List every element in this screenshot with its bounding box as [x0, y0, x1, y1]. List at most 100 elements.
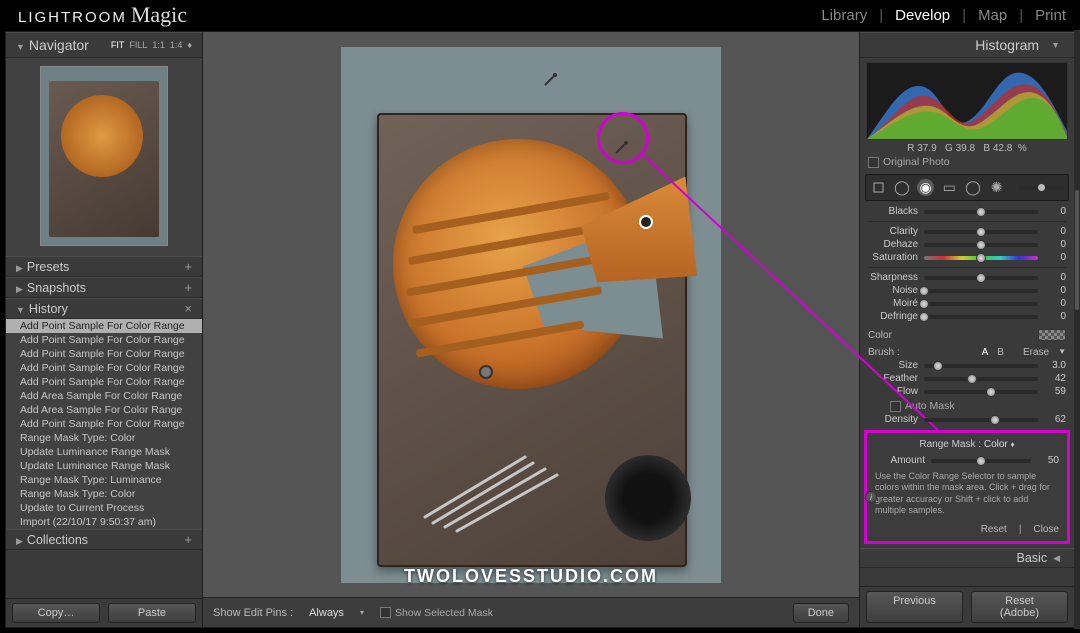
module-develop[interactable]: Develop: [895, 7, 950, 24]
collections-add-icon[interactable]: +: [184, 532, 192, 547]
history-item[interactable]: Add Point Sample For Color Range: [6, 361, 202, 375]
brush-feather-slider[interactable]: Feather42: [868, 372, 1066, 385]
module-map[interactable]: Map: [978, 7, 1007, 24]
right-footer: Previous Reset (Adobe): [860, 586, 1074, 627]
left-footer: Copy… Paste: [6, 598, 202, 627]
previous-button[interactable]: Previous: [866, 591, 963, 623]
dehaze-slider[interactable]: Dehaze0: [868, 238, 1066, 251]
spot-tool-icon[interactable]: ◯: [894, 179, 911, 196]
edit-pins-value[interactable]: Always: [309, 607, 344, 619]
range-mask-close[interactable]: Close: [1033, 524, 1059, 535]
radial-tool-icon[interactable]: ◯: [965, 179, 982, 196]
snapshots-title: Snapshots: [27, 281, 86, 295]
grad-tool-icon[interactable]: ▭: [941, 179, 958, 196]
collections-title: Collections: [27, 533, 88, 547]
history-item[interactable]: Add Area Sample For Color Range: [6, 389, 202, 403]
range-mask-reset[interactable]: Reset: [981, 524, 1007, 535]
brush-tool-icon[interactable]: ✺: [988, 179, 1005, 196]
moire-slider[interactable]: Moiré0: [868, 297, 1066, 310]
adjustment-sliders: Blacks0 Clarity0Dehaze0Saturation0 Sharpne…: [860, 203, 1074, 327]
defringe-slider[interactable]: Defringe0: [868, 310, 1066, 323]
presets-header[interactable]: ▶Presets +: [6, 256, 202, 277]
noise-slider[interactable]: Noise0: [868, 284, 1066, 297]
edit-pins-label: Show Edit Pins :: [213, 607, 293, 619]
clarity-slider[interactable]: Clarity0: [868, 225, 1066, 238]
history-item[interactable]: Add Area Sample For Color Range: [6, 403, 202, 417]
history-item[interactable]: Range Mask Type: Luminance: [6, 473, 202, 487]
local-tools-strip: ◯ ◉ ▭ ◯ ✺: [865, 174, 1069, 201]
color-swatch[interactable]: [1038, 329, 1066, 341]
basic-panel-header[interactable]: Basic◀: [860, 548, 1074, 568]
color-row[interactable]: Color: [860, 327, 1074, 343]
range-mask-mode[interactable]: Color: [984, 439, 1008, 450]
history-item[interactable]: Update Luminance Range Mask: [6, 459, 202, 473]
info-icon: i: [865, 491, 877, 503]
brush-density-slider[interactable]: Density62: [868, 413, 1066, 426]
history-clear-icon[interactable]: ×: [184, 301, 192, 316]
snapshots-header[interactable]: ▶Snapshots +: [6, 277, 202, 298]
navigator-thumbnail[interactable]: [40, 66, 168, 246]
reset-adobe-button[interactable]: Reset (Adobe): [971, 591, 1068, 623]
module-library[interactable]: Library: [821, 7, 867, 24]
preview-area[interactable]: [203, 32, 859, 597]
saturation-slider[interactable]: Saturation0: [868, 251, 1066, 264]
module-print[interactable]: Print: [1035, 7, 1066, 24]
history-item[interactable]: Add Point Sample For Color Range: [6, 417, 202, 431]
brush-size-slider[interactable]: Size3.0: [868, 359, 1066, 372]
brush-erase[interactable]: Erase: [1023, 347, 1049, 358]
presets-add-icon[interactable]: +: [184, 259, 192, 274]
window-scrollbar[interactable]: [1074, 30, 1080, 629]
histogram-header[interactable]: Histogram▼: [860, 32, 1074, 58]
sharpness-slider[interactable]: Sharpness0: [868, 271, 1066, 284]
navigator-header[interactable]: ▼Navigator FIT FILL 1:1 1:4 ♦: [6, 32, 202, 58]
brush-label: Brush :: [868, 347, 900, 358]
history-item[interactable]: Add Point Sample For Color Range: [6, 333, 202, 347]
navigator-title: Navigator: [29, 37, 89, 53]
automask-checkbox[interactable]: Auto Mask: [890, 400, 1044, 412]
edit-pin[interactable]: [479, 365, 493, 379]
history-item[interactable]: Update Luminance Range Mask: [6, 445, 202, 459]
history-item[interactable]: Range Mask Type: Color: [6, 431, 202, 445]
original-photo-row[interactable]: Original Photo: [860, 156, 1074, 172]
range-mask-panel: Range Mask : Color ♦ Amount 50 i Use the…: [864, 430, 1070, 544]
range-mask-label: Range Mask :: [919, 439, 981, 450]
history-item[interactable]: Import (22/10/17 9:50:37 am): [6, 515, 202, 529]
history-item[interactable]: Add Point Sample For Color Range: [6, 319, 202, 333]
history-list: Add Point Sample For Color RangeAdd Poin…: [6, 319, 202, 529]
app-name-a: LIGHTROOM: [18, 9, 127, 26]
history-item[interactable]: Add Point Sample For Color Range: [6, 375, 202, 389]
app-name-b: Magic: [131, 2, 187, 28]
module-picker: Library| Develop| Map| Print: [821, 7, 1066, 24]
history-title: History: [29, 302, 68, 316]
navigator-zoom-options[interactable]: FIT FILL 1:1 1:4 ♦: [111, 40, 192, 50]
collections-header[interactable]: ▶Collections +: [6, 529, 202, 550]
brush-b[interactable]: B: [997, 347, 1004, 358]
history-item[interactable]: Range Mask Type: Color: [6, 487, 202, 501]
brush-disclosure-icon[interactable]: ▼: [1058, 347, 1066, 358]
center-panel: TWOLOVESSTUDIO.COM Show Edit Pins : Alwa…: [203, 31, 859, 628]
brush-a[interactable]: A: [982, 347, 989, 358]
blacks-slider[interactable]: Blacks0: [868, 205, 1066, 218]
redeye-tool-icon[interactable]: ◉: [917, 179, 934, 196]
center-toolbar: Show Edit Pins : Always ▾ Show Selected …: [203, 597, 859, 627]
history-item[interactable]: Update to Current Process: [6, 501, 202, 515]
left-panel: ▼Navigator FIT FILL 1:1 1:4 ♦ ▶Presets +…: [5, 31, 203, 628]
presets-title: Presets: [27, 260, 69, 274]
done-button[interactable]: Done: [793, 603, 849, 623]
snapshots-add-icon[interactable]: +: [184, 280, 192, 295]
crop-tool-icon[interactable]: [870, 179, 887, 196]
image-preview[interactable]: [341, 47, 721, 583]
histogram[interactable]: [866, 62, 1068, 140]
copy-button[interactable]: Copy…: [12, 603, 100, 623]
paste-button[interactable]: Paste: [108, 603, 196, 623]
history-item[interactable]: Add Point Sample For Color Range: [6, 347, 202, 361]
app-logo: LIGHTROOM Magic: [18, 2, 187, 28]
edit-pins-dropdown-icon[interactable]: ▾: [360, 608, 364, 617]
history-header[interactable]: ▼History ×: [6, 298, 202, 319]
range-mask-amount-slider[interactable]: Amount 50: [875, 454, 1059, 467]
brush-flow-slider[interactable]: Flow59: [868, 385, 1066, 398]
edit-pin[interactable]: [639, 215, 653, 229]
show-selected-mask-checkbox[interactable]: Show Selected Mask: [380, 607, 493, 619]
brush-options: Brush : A B Erase ▼ Size3.0Feather42Flow…: [860, 343, 1074, 428]
rgb-readout: R 37.9 G 39.8 B 42.8 %: [860, 140, 1074, 156]
